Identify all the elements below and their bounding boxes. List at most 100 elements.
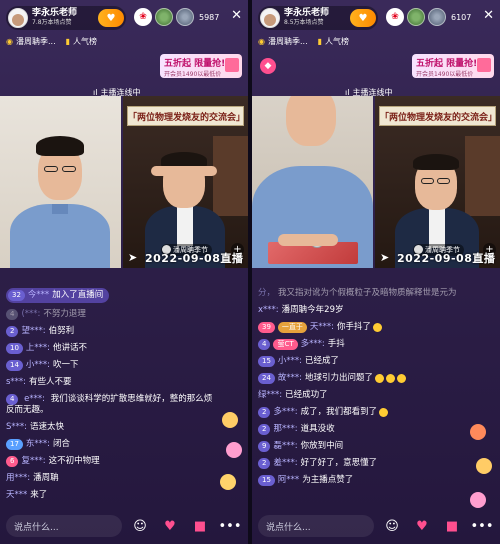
chat-username[interactable]: x***: — [258, 305, 279, 316]
host-likes: 7.8万本场点赞 — [32, 19, 72, 26]
chat-message: 15 阿*** 为主播点赞了 — [258, 475, 470, 486]
chat-username[interactable]: 复***: — [21, 456, 45, 467]
chat-username[interactable]: S***: — [6, 422, 27, 433]
chat-username[interactable]: 多***: — [273, 407, 297, 418]
comment-input[interactable]: 说点什么... — [258, 515, 374, 537]
gift-icon[interactable]: ■ — [190, 516, 210, 536]
video-area[interactable]: 「两位物理发烧友的交流会」 潘周聃季节 + ➤ 2022-09-08直播 — [252, 96, 500, 268]
viewer-strip[interactable]: ❀ 6107 — [386, 8, 471, 26]
user-level-badge: 2 — [258, 458, 271, 469]
like-icon[interactable]: ♥ — [160, 516, 180, 536]
chat-username[interactable]: (***: — [21, 309, 40, 320]
follow-button[interactable]: ♥ — [98, 9, 124, 27]
chat-username[interactable]: 上***: — [26, 343, 50, 354]
follow-button[interactable]: ♥ — [350, 9, 376, 27]
bottom-toolbar: 说点什么... ☺ ♥ ■ ••• — [6, 514, 242, 538]
tab-topic[interactable]: ◉ 潘周聃季... — [6, 36, 56, 47]
chat-message: 天*** 来了 — [6, 490, 218, 501]
chat-text: 不努力退理 — [43, 309, 86, 319]
more-icon[interactable]: ••• — [471, 516, 494, 536]
user-level-badge: 15 — [258, 356, 275, 367]
tab-topic-label: 潘周聃季... — [267, 37, 308, 46]
gift-icon[interactable]: ■ — [442, 516, 462, 536]
chat-message: 4 (***: 不努力退理 — [6, 309, 218, 320]
video-area[interactable]: 「两位物理发烧友的交流会」 潘周聃季节 + ➤ 2022-09-08直播 — [0, 96, 248, 268]
promo-banner[interactable]: 五折起 限量抢! 开会员1490以最低价 — [412, 54, 494, 78]
more-icon[interactable]: ••• — [219, 516, 242, 536]
chat-text: 成了，我们都看到了 — [300, 407, 378, 417]
chat-text: 他讲话不 — [53, 343, 88, 353]
guest-banner: 「两位物理发烧友的交流会」 — [127, 106, 245, 126]
chat-message: 绿***: 已经成功了 — [258, 390, 470, 401]
user-level-badge: 2 — [6, 326, 19, 337]
chat-username[interactable]: e***: — [24, 394, 45, 404]
chat-username[interactable]: 小***: — [278, 356, 302, 367]
share-arrow-icon[interactable]: ➤ — [380, 251, 389, 264]
bottom-toolbar: 说点什么... ☺ ♥ ■ ••• — [258, 514, 494, 538]
user-level-badge: 14 — [6, 360, 23, 371]
host-avatar[interactable] — [8, 8, 28, 28]
like-icon[interactable]: ♥ — [412, 516, 432, 536]
chat-list: 32 今*** 加入了直播间 4 (***: 不努力退理 2 望***: 伯努利… — [6, 288, 218, 507]
viewer-count: 6107 — [451, 12, 472, 22]
chat-message: 17 东***: 闭合 — [6, 439, 218, 450]
viewer-avatar[interactable] — [428, 8, 446, 26]
chat-username[interactable]: 阿*** — [278, 475, 299, 486]
chat-username[interactable]: 小***: — [26, 360, 50, 371]
user-level-badge: 10 — [6, 343, 23, 354]
chat-list: 分， 我又指对讹为个假概粒子及暗物质解释世是元为 x***: 潘周聃今年29岁 … — [258, 288, 470, 492]
host-video-feed[interactable] — [0, 96, 121, 268]
chat-username[interactable]: 羞***: — [273, 458, 297, 469]
chat-username[interactable]: 东***: — [26, 439, 50, 450]
chat-username[interactable]: 故***: — [278, 373, 302, 384]
host-name: 李永乐老师 — [32, 8, 78, 18]
tab-ranking[interactable]: ▮ 人气榜 — [66, 36, 97, 47]
chat-text: 已经成功了 — [285, 390, 328, 400]
comment-input[interactable]: 说点什么... — [6, 515, 122, 537]
close-icon[interactable]: ✕ — [483, 9, 494, 22]
guest-video-feed[interactable]: 「两位物理发烧友的交流会」 潘周聃季节 + — [123, 96, 248, 268]
chat-message: 2 那***: 道具没收 — [258, 424, 470, 435]
tab-topic[interactable]: ◉ 潘周聃季... — [258, 36, 308, 47]
tab-ranking[interactable]: ▮ 人气榜 — [318, 36, 349, 47]
emoji-icon[interactable]: ☺ — [130, 516, 150, 536]
share-arrow-icon[interactable]: ➤ — [128, 251, 137, 264]
chat-message: 4 萤CT 多***: 手抖 — [258, 339, 470, 350]
host-likes: 8.5万本场点赞 — [284, 19, 324, 26]
host-name: 李永乐老师 — [284, 8, 330, 18]
chat-username[interactable]: 用***: — [6, 473, 30, 484]
user-level-badge: 39 — [258, 322, 275, 333]
viewer-avatar[interactable] — [407, 8, 425, 26]
user-level-badge: 17 — [6, 439, 23, 450]
user-level-badge: 9 — [258, 441, 271, 452]
chat-username[interactable]: 磊***: — [273, 441, 297, 452]
viewer-strip[interactable]: ❀ 5987 — [134, 8, 219, 26]
right-live-panel: 李永乐老师 8.5万本场点赞 ♥ ❀ 6107 ✕ ◉ 潘周聃季... ▮ 人气榜 … — [252, 0, 500, 544]
chat-username[interactable]: 绿***: — [258, 390, 282, 401]
chat-username[interactable]: 望***: — [21, 326, 45, 337]
lucky-bag-icon[interactable]: ◆ — [260, 58, 276, 74]
chat-username[interactable]: 今*** — [28, 290, 49, 301]
close-icon[interactable]: ✕ — [231, 9, 242, 22]
guest-video-feed[interactable]: 「两位物理发烧友的交流会」 潘周聃季节 + — [375, 96, 500, 268]
chat-text: 地球引力出问题了 — [305, 373, 374, 383]
viewer-avatar[interactable] — [176, 8, 194, 26]
promo-banner[interactable]: 五折起 限量抢! 开会员1490以最低价 — [160, 54, 242, 78]
host-card[interactable]: 李永乐老师 8.5万本场点赞 ♥ — [258, 6, 378, 30]
chat-username[interactable]: 那***: — [273, 424, 297, 435]
emoji-icon[interactable]: ☺ — [382, 516, 402, 536]
host-avatar[interactable] — [260, 8, 280, 28]
user-level-badge: 4 — [6, 394, 19, 405]
host-card[interactable]: 李永乐老师 7.8万本场点赞 ♥ — [6, 6, 126, 30]
chat-username[interactable]: 天*** — [6, 490, 27, 501]
chat-username[interactable]: s***: — [6, 377, 26, 388]
chat-text: 有些人不要 — [29, 377, 72, 387]
chat-username[interactable]: 天***: — [310, 322, 334, 333]
chat-message: 10 上***: 他讲话不 — [6, 343, 218, 354]
chat-username[interactable]: 分， — [258, 288, 275, 299]
viewer-avatar[interactable] — [155, 8, 173, 26]
host-video-feed[interactable] — [252, 96, 373, 268]
chat-text: 闭合 — [53, 439, 71, 449]
user-level-badge: 2 — [258, 424, 271, 435]
chat-username[interactable]: 多***: — [301, 339, 325, 350]
